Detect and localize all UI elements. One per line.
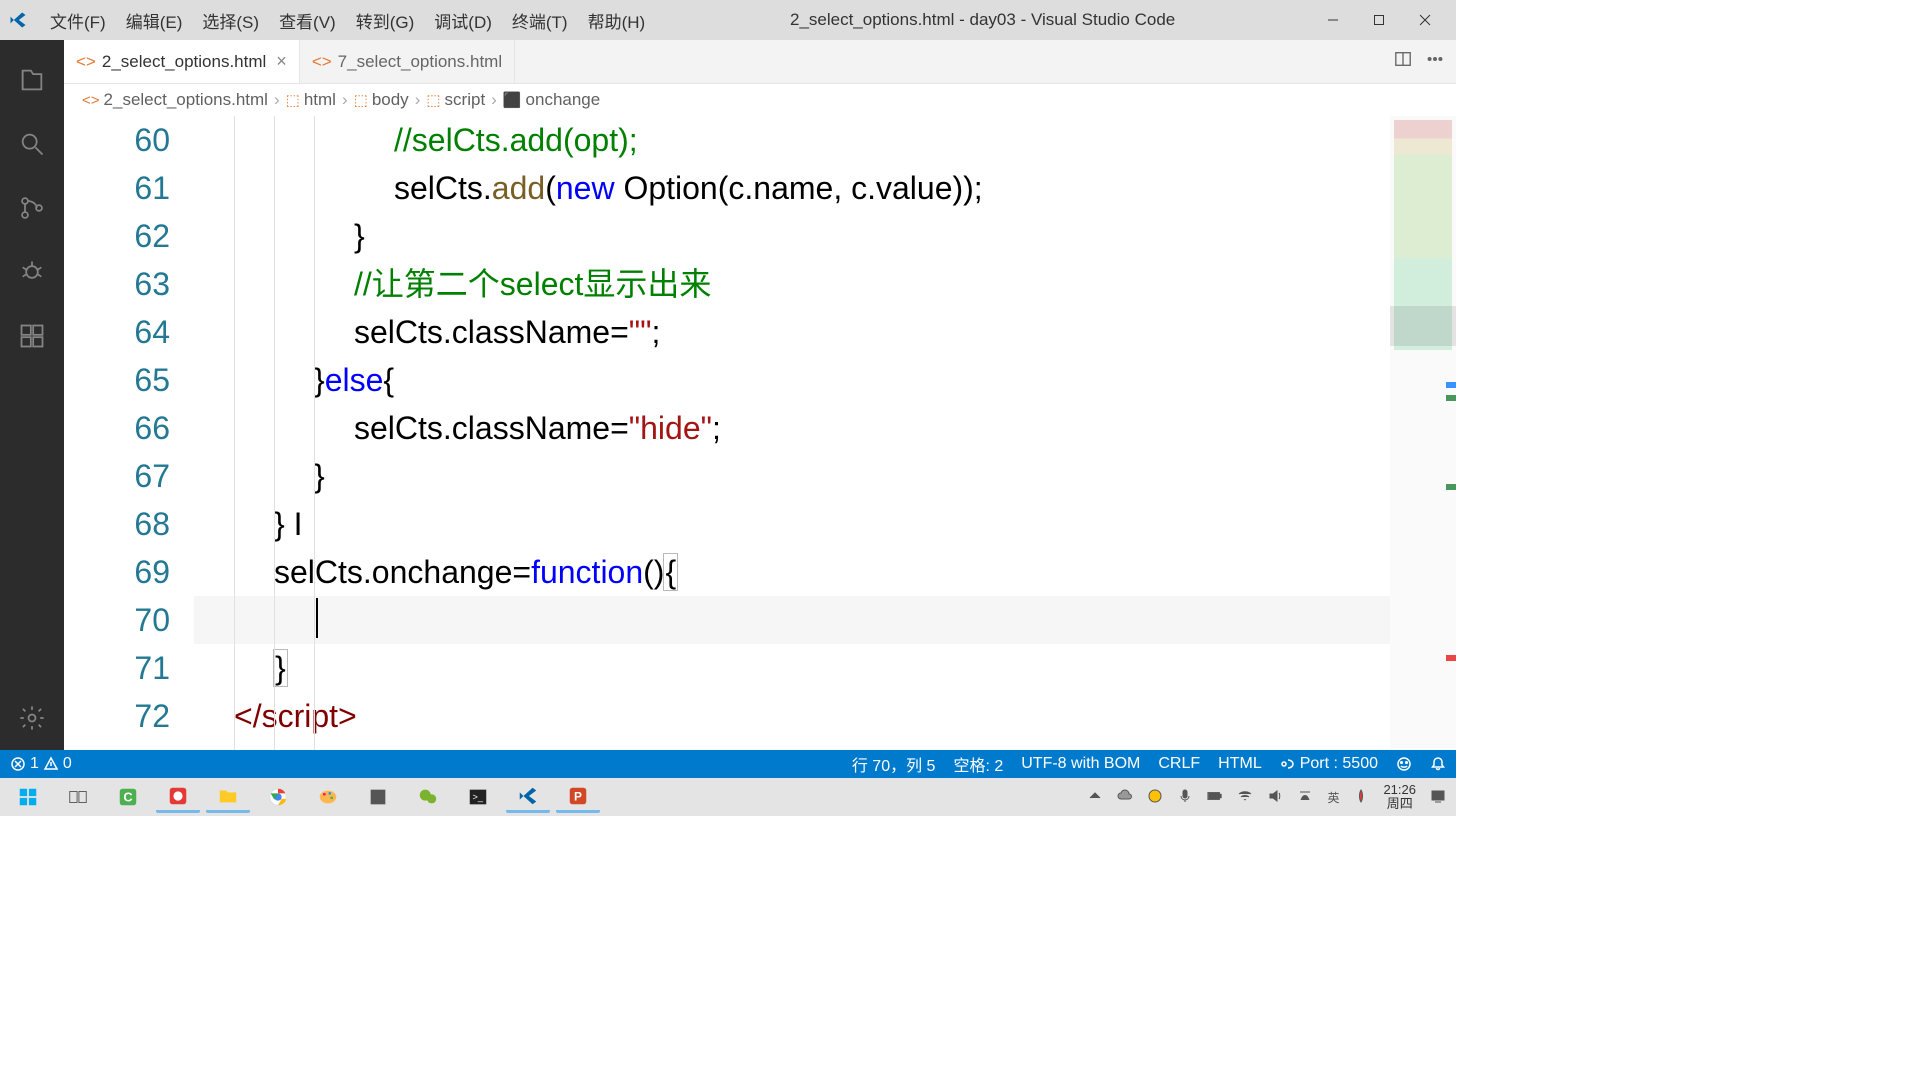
tab-label: 2_select_options.html xyxy=(102,52,266,72)
tray-mic-icon[interactable] xyxy=(1177,788,1193,807)
split-editor-icon[interactable] xyxy=(1394,50,1412,73)
chevron-right-icon: › xyxy=(274,90,280,110)
debug-icon[interactable] xyxy=(8,248,56,296)
taskbar-app-camtasia[interactable]: C xyxy=(106,781,150,813)
source-control-icon[interactable] xyxy=(8,184,56,232)
menu-debug[interactable]: 调试(D) xyxy=(424,4,502,37)
breadcrumb-html[interactable]: ⬚html xyxy=(286,90,336,110)
code-content[interactable]: //selCts.add(opt);selCts.add(new Option(… xyxy=(194,116,1390,750)
tab-label: 7_select_options.html xyxy=(338,52,502,72)
chevron-right-icon: › xyxy=(415,90,421,110)
menu-terminal[interactable]: 终端(T) xyxy=(502,4,578,37)
vscode-logo-icon xyxy=(8,10,28,30)
task-view-icon[interactable] xyxy=(56,781,100,813)
menu-go[interactable]: 转到(G) xyxy=(346,4,425,37)
breadcrumb-file[interactable]: <>2_select_options.html xyxy=(82,90,268,110)
status-live-server[interactable]: Port : 5500 xyxy=(1280,755,1378,773)
taskbar-app-powerpoint[interactable]: P xyxy=(556,781,600,813)
minimize-button[interactable] xyxy=(1310,5,1356,35)
cube-icon: ⬛ xyxy=(503,91,522,109)
taskbar-app-editor[interactable] xyxy=(356,781,400,813)
status-bar: 1 0 行 70，列 5 空格: 2 UTF-8 with BOM CRLF H… xyxy=(0,750,1456,778)
overview-ruler[interactable] xyxy=(1442,116,1456,750)
explorer-icon[interactable] xyxy=(8,56,56,104)
tray-clock[interactable]: 21:26 周四 xyxy=(1383,783,1416,812)
status-problems[interactable]: 1 0 xyxy=(10,755,72,773)
taskbar-app-wechat[interactable] xyxy=(406,781,450,813)
taskbar-app-terminal[interactable]: >_ xyxy=(456,781,500,813)
editor-tabs: <> 2_select_options.html × <> 7_select_o… xyxy=(64,40,1456,84)
maximize-button[interactable] xyxy=(1356,5,1402,35)
main-area: <> 2_select_options.html × <> 7_select_o… xyxy=(0,40,1456,750)
editor-area: <> 2_select_options.html × <> 7_select_o… xyxy=(64,40,1456,750)
activity-bar xyxy=(0,40,64,750)
tray-security-icon[interactable] xyxy=(1147,788,1163,807)
windows-taskbar: C >_ P 英 21:26 周四 xyxy=(0,778,1456,816)
more-actions-icon[interactable] xyxy=(1426,50,1444,73)
title-bar: 文件(F) 编辑(E) 选择(S) 查看(V) 转到(G) 调试(D) 终端(T… xyxy=(0,0,1456,40)
settings-gear-icon[interactable] xyxy=(8,694,56,742)
tray-onedrive-icon[interactable] xyxy=(1117,788,1133,807)
menu-file[interactable]: 文件(F) xyxy=(40,4,116,37)
tray-lang-icon[interactable]: 英 xyxy=(1327,789,1339,806)
tray-notifications-icon[interactable] xyxy=(1430,788,1446,807)
ruler-mark xyxy=(1446,395,1456,401)
status-language[interactable]: HTML xyxy=(1218,755,1262,773)
tab-file-1[interactable]: <> 2_select_options.html × xyxy=(64,40,300,83)
tab-file-2[interactable]: <> 7_select_options.html xyxy=(300,40,515,83)
start-button[interactable] xyxy=(6,781,50,813)
tag-icon: ⬚ xyxy=(286,91,300,109)
svg-text:P: P xyxy=(574,789,582,803)
svg-text:C: C xyxy=(123,790,132,805)
breadcrumb[interactable]: <>2_select_options.html › ⬚html › ⬚body … xyxy=(64,84,1456,116)
tag-icon: ⬚ xyxy=(354,91,368,109)
chevron-right-icon: › xyxy=(491,90,497,110)
menu-view[interactable]: 查看(V) xyxy=(269,4,346,37)
close-button[interactable] xyxy=(1402,5,1448,35)
status-indent[interactable]: 空格: 2 xyxy=(953,752,1003,776)
window-controls xyxy=(1310,5,1448,35)
ruler-mark xyxy=(1446,382,1456,388)
line-number-gutter: 6061626364656667686970717273 xyxy=(64,116,194,750)
taskbar-app-explorer[interactable] xyxy=(206,781,250,813)
status-line-col[interactable]: 行 70，列 5 xyxy=(852,752,936,776)
tray-volume-icon[interactable] xyxy=(1267,788,1283,807)
taskbar-app-chrome[interactable] xyxy=(256,781,300,813)
tray-wifi-icon[interactable] xyxy=(1237,788,1253,807)
tray-battery-icon[interactable] xyxy=(1207,788,1223,807)
breadcrumb-script[interactable]: ⬚script xyxy=(426,90,485,110)
html-file-icon: <> xyxy=(76,52,96,72)
menu-bar: 文件(F) 编辑(E) 选择(S) 查看(V) 转到(G) 调试(D) 终端(T… xyxy=(40,4,655,37)
system-tray: 英 21:26 周四 xyxy=(1087,783,1450,812)
taskbar-app-paint[interactable] xyxy=(306,781,350,813)
extensions-icon[interactable] xyxy=(8,312,56,360)
tray-app-icon[interactable] xyxy=(1353,788,1369,807)
html-file-icon: <> xyxy=(82,92,100,109)
taskbar-app-vscode[interactable] xyxy=(506,781,550,813)
code-editor[interactable]: 6061626364656667686970717273 //selCts.ad… xyxy=(64,116,1456,750)
breadcrumb-onchange[interactable]: ⬛onchange xyxy=(503,90,600,110)
status-eol[interactable]: CRLF xyxy=(1158,755,1200,773)
tab-close-icon[interactable]: × xyxy=(276,51,287,72)
tab-actions xyxy=(1382,40,1456,83)
status-bell-icon[interactable] xyxy=(1430,756,1446,772)
status-encoding[interactable]: UTF-8 with BOM xyxy=(1021,755,1140,773)
tag-icon: ⬚ xyxy=(426,91,440,109)
svg-text:>_: >_ xyxy=(473,792,484,802)
chevron-right-icon: › xyxy=(342,90,348,110)
ruler-mark xyxy=(1446,655,1456,661)
html-file-icon: <> xyxy=(312,52,332,72)
breadcrumb-body[interactable]: ⬚body xyxy=(354,90,409,110)
search-icon[interactable] xyxy=(8,120,56,168)
menu-selection[interactable]: 选择(S) xyxy=(192,4,269,37)
ruler-mark xyxy=(1446,484,1456,490)
tray-ime-icon[interactable] xyxy=(1297,788,1313,807)
window-title: 2_select_options.html - day03 - Visual S… xyxy=(655,10,1310,30)
menu-edit[interactable]: 编辑(E) xyxy=(116,4,193,37)
status-feedback-icon[interactable] xyxy=(1396,756,1412,772)
menu-help[interactable]: 帮助(H) xyxy=(578,4,656,37)
taskbar-app-recorder[interactable] xyxy=(156,781,200,813)
tray-chevron-up-icon[interactable] xyxy=(1087,788,1103,807)
